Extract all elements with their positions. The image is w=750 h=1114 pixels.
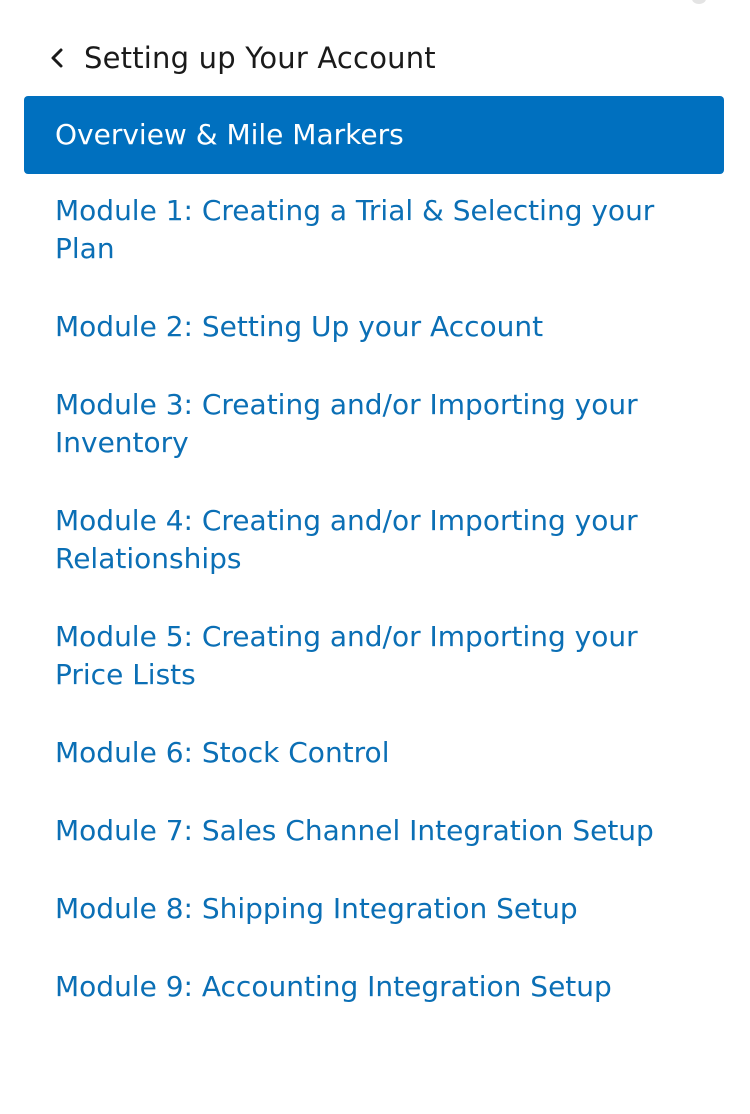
nav-item-module-7[interactable]: Module 7: Sales Channel Integration Setu… bbox=[24, 794, 724, 872]
nav-item-overview[interactable]: Overview & Mile Markers bbox=[24, 96, 724, 174]
nav-item-module-3[interactable]: Module 3: Creating and/or Importing your… bbox=[24, 368, 724, 484]
back-button[interactable]: Setting up Your Account bbox=[50, 36, 436, 80]
nav-item-module-1[interactable]: Module 1: Creating a Trial & Selecting y… bbox=[24, 174, 724, 290]
nav-item-module-8[interactable]: Module 8: Shipping Integration Setup bbox=[24, 872, 724, 950]
page-title: Setting up Your Account bbox=[84, 41, 436, 75]
nav-item-module-2[interactable]: Module 2: Setting Up your Account bbox=[24, 290, 724, 368]
chevron-left-icon bbox=[50, 46, 68, 70]
nav-item-module-4[interactable]: Module 4: Creating and/or Importing your… bbox=[24, 484, 724, 600]
module-nav: Overview & Mile Markers Module 1: Creati… bbox=[24, 96, 724, 1028]
scroll-indicator bbox=[692, 0, 706, 4]
nav-item-module-6[interactable]: Module 6: Stock Control bbox=[24, 716, 724, 794]
nav-item-module-5[interactable]: Module 5: Creating and/or Importing your… bbox=[24, 600, 724, 716]
nav-item-module-9[interactable]: Module 9: Accounting Integration Setup bbox=[24, 950, 724, 1028]
